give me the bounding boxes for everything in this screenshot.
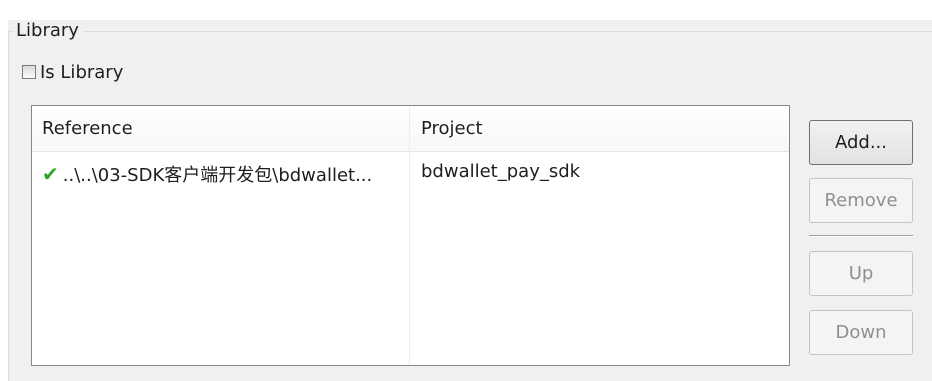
column-header-project[interactable]: Project xyxy=(421,118,483,139)
reference-cell: ✔ ..\..\03-SDK客户端开发包\bdwallet... xyxy=(42,161,372,187)
add-button[interactable]: Add... xyxy=(809,120,913,165)
down-button[interactable]: Down xyxy=(809,310,913,355)
group-title: Library xyxy=(14,20,83,42)
reference-table[interactable]: Reference Project ✔ ..\..\03-SDK客户端开发包\b… xyxy=(31,105,790,366)
is-library-checkbox[interactable] xyxy=(22,65,36,79)
button-separator xyxy=(809,235,913,237)
remove-button[interactable]: Remove xyxy=(809,178,913,223)
is-library-label: Is Library xyxy=(40,61,124,83)
table-header: Reference Project xyxy=(32,106,789,152)
reference-path: ..\..\03-SDK客户端开发包\bdwallet... xyxy=(62,165,373,186)
group-border xyxy=(8,31,932,32)
column-header-reference[interactable]: Reference xyxy=(42,118,133,139)
column-divider xyxy=(409,106,410,365)
project-cell: bdwallet_pay_sdk xyxy=(421,161,581,182)
up-button[interactable]: Up xyxy=(809,251,913,296)
table-row[interactable]: ✔ ..\..\03-SDK客户端开发包\bdwallet... bdwalle… xyxy=(32,152,789,188)
is-library-checkbox-row[interactable]: Is Library xyxy=(22,60,123,84)
group-border-left xyxy=(8,31,9,381)
check-icon: ✔ xyxy=(42,162,59,186)
